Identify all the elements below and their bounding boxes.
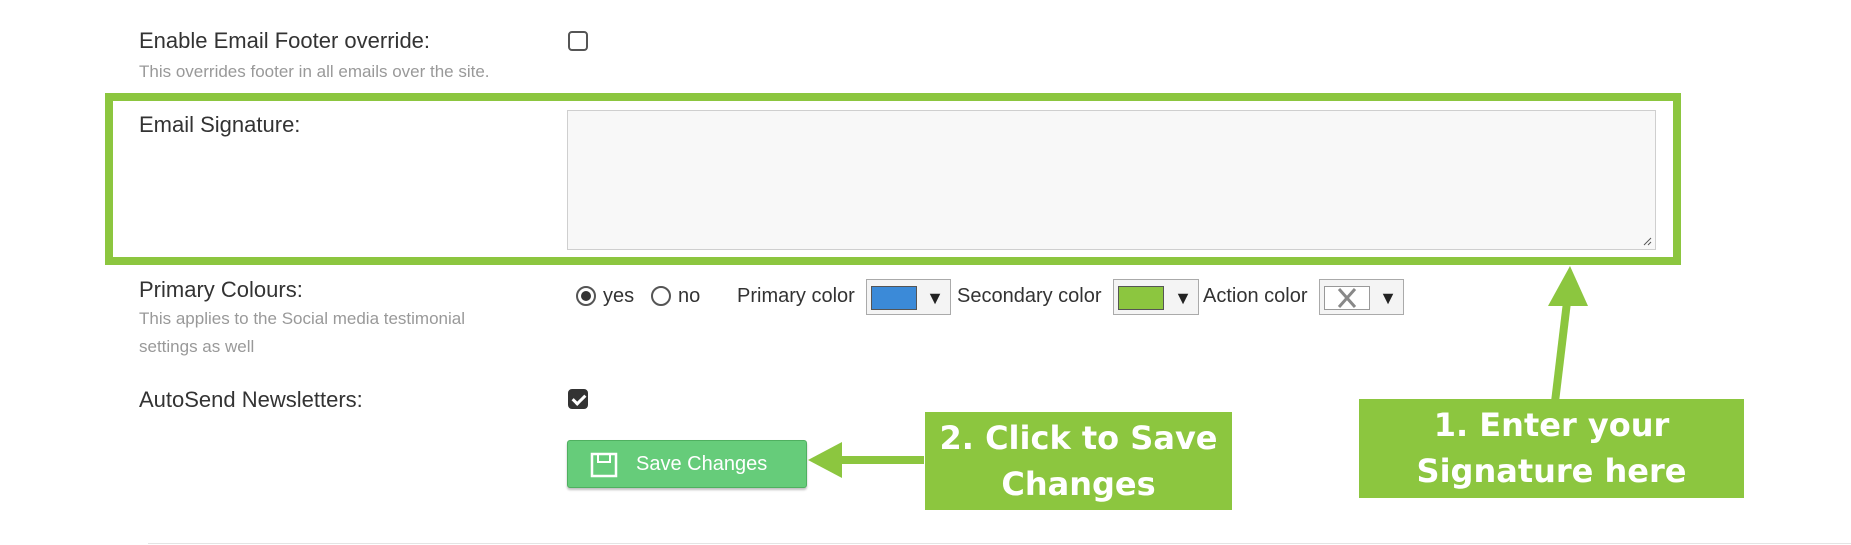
save-callout-line2: Changes — [1001, 465, 1156, 503]
primary-colours-help-line1: This applies to the Social media testimo… — [139, 309, 465, 328]
bottom-divider — [148, 543, 1851, 544]
action-color-picker[interactable]: ▼ — [1319, 279, 1404, 315]
autosend-checkbox[interactable] — [568, 389, 588, 409]
secondary-color-label: Secondary color — [957, 285, 1102, 307]
primary-colours-no-radio[interactable] — [651, 286, 671, 306]
resize-grip-icon[interactable] — [1642, 236, 1652, 246]
save-callout-line1: 2. Click to Save — [939, 419, 1218, 457]
save-callout: 2. Click to Save Changes — [925, 412, 1232, 510]
arrow-up-icon — [1548, 266, 1588, 403]
email-footer-help: This overrides footer in all emails over… — [139, 62, 490, 81]
save-button[interactable]: Save Changes — [567, 440, 807, 488]
chevron-down-icon: ▼ — [926, 288, 944, 308]
email-footer-checkbox[interactable] — [568, 31, 588, 51]
email-signature-label: Email Signature: — [139, 112, 301, 137]
primary-colours-yes-radio[interactable] — [576, 286, 596, 306]
signature-callout: 1. Enter your Signature here — [1359, 399, 1744, 498]
chevron-down-icon: ▼ — [1174, 288, 1192, 308]
save-button-label: Save Changes — [636, 453, 768, 475]
primary-colours-yes-label[interactable]: yes — [603, 285, 634, 308]
action-color-label: Action color — [1203, 285, 1308, 307]
primary-colours-help-line2: settings as well — [139, 337, 255, 356]
signature-callout-line1: 1. Enter your — [1433, 406, 1670, 444]
action-color-swatch — [1324, 286, 1370, 310]
autosend-label: AutoSend Newsletters: — [139, 387, 363, 412]
signature-callout-line2: Signature here — [1416, 452, 1687, 490]
chevron-down-icon: ▼ — [1379, 288, 1397, 308]
secondary-color-picker[interactable]: ▼ — [1113, 279, 1199, 315]
email-footer-label: Enable Email Footer override: — [139, 28, 431, 53]
primary-colours-label: Primary Colours: — [139, 277, 303, 302]
email-signature-textarea[interactable] — [567, 110, 1656, 250]
floppy-disk-icon — [590, 452, 618, 478]
secondary-color-swatch — [1118, 286, 1164, 310]
primary-color-swatch — [871, 286, 917, 310]
primary-color-label: Primary color — [737, 285, 855, 307]
primary-color-picker[interactable]: ▼ — [866, 279, 951, 315]
arrow-left-icon — [808, 442, 924, 478]
primary-colours-no-label[interactable]: no — [678, 285, 700, 308]
no-color-icon — [1337, 288, 1357, 308]
